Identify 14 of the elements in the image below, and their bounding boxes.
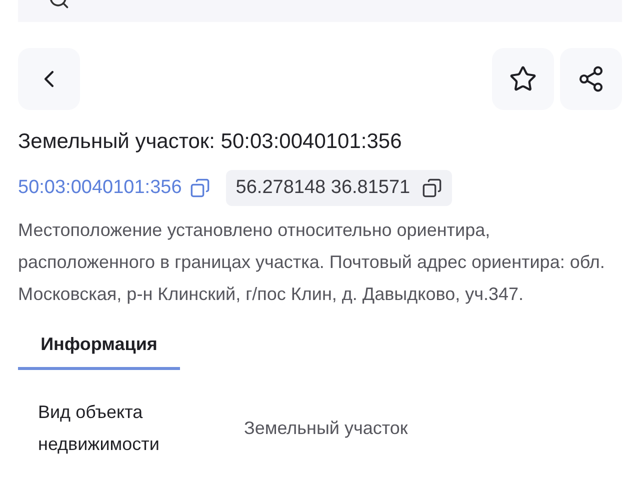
share-button[interactable] bbox=[560, 48, 622, 110]
share-icon bbox=[577, 65, 605, 93]
info-value: Земельный участок bbox=[244, 417, 408, 440]
info-label: Вид объекта недвижимости bbox=[38, 401, 160, 456]
coordinates-chip[interactable]: 56.278148 36.81571 bbox=[226, 170, 452, 206]
address-description: Местоположение установлено относительно ориентира, расположенного в границах участка. Почтовый адрес ориентира: обл. Московская, р-н Клинский, г/пос Клин, д. Давыдково, уч.347. bbox=[17, 219, 606, 306]
cadastral-link[interactable]: 50:03:0040101:356 bbox=[18, 174, 210, 202]
page-title: Земельный участок: 50:03:0040101:356 bbox=[17, 129, 403, 155]
copy-icon bbox=[190, 178, 210, 198]
favorite-button[interactable] bbox=[492, 48, 554, 110]
tab[interactable]: Информация bbox=[18, 322, 180, 370]
star-icon bbox=[509, 65, 537, 93]
copy-icon bbox=[422, 178, 442, 198]
search-field[interactable] bbox=[18, 0, 622, 22]
